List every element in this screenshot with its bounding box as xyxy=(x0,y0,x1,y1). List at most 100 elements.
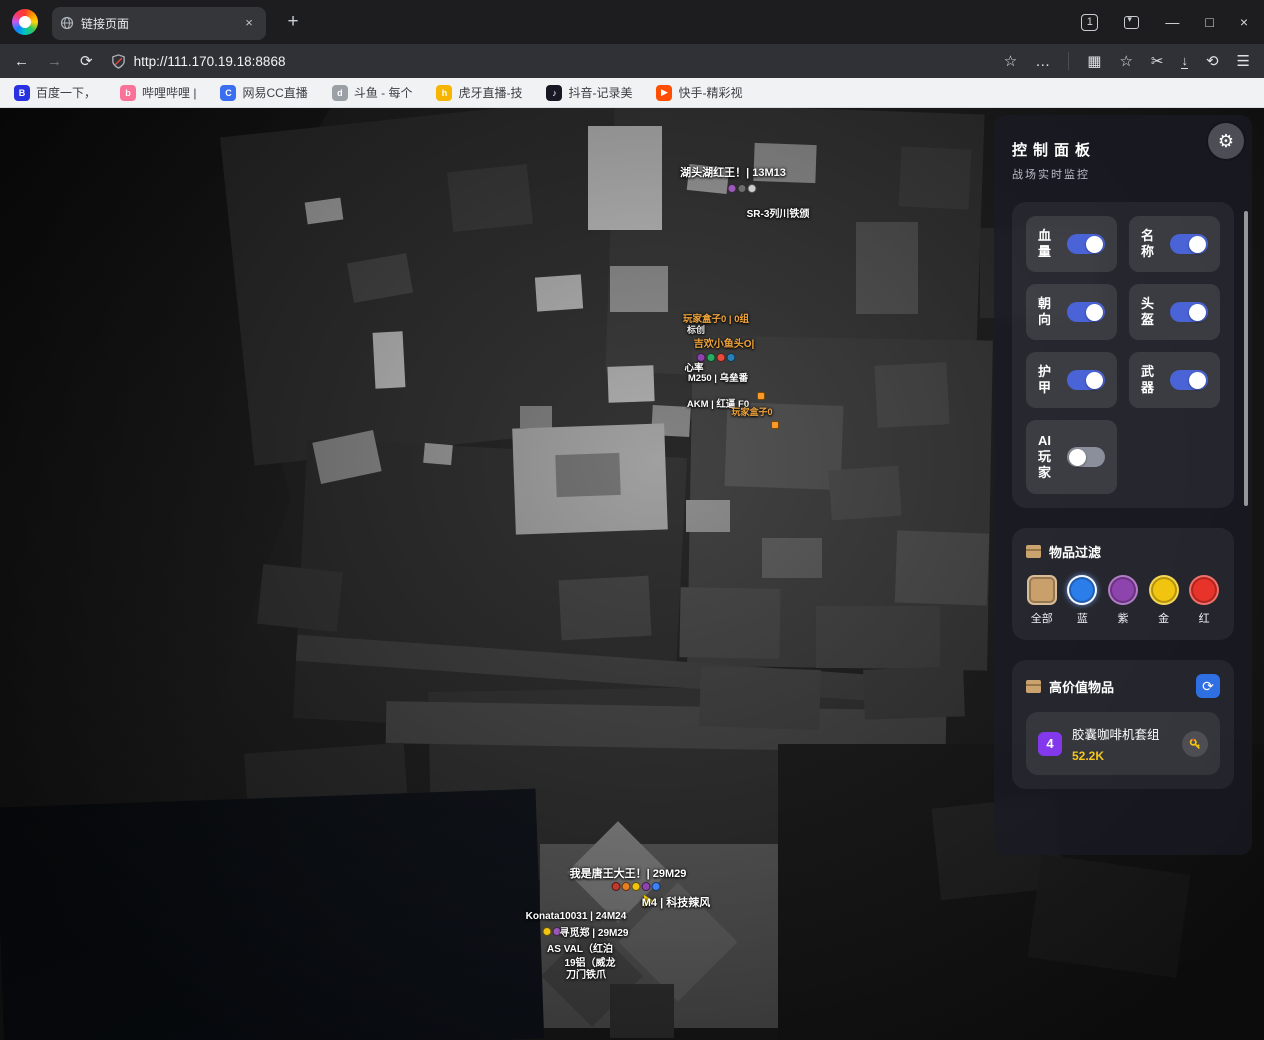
huya-favicon: h xyxy=(436,85,452,101)
high-value-card: 高价值物品 ⟳ 4胶囊咖啡机套组52.2K xyxy=(1012,660,1234,789)
player-label-player-2: SR-3列川铁颁 xyxy=(747,205,810,220)
player-dot xyxy=(738,184,747,193)
player-label-player-11: M4 | 科技辣风 xyxy=(642,894,710,910)
bookmark-item[interactable]: ▶快手-精彩视 xyxy=(656,84,742,101)
url-field[interactable]: http://111.170.19.18:8868 xyxy=(111,54,986,69)
high-value-title: 高价值物品 xyxy=(1049,677,1114,696)
player-dot xyxy=(652,882,661,891)
toggle-switch-helmet[interactable] xyxy=(1170,302,1208,322)
favorites-icon[interactable]: ☆ xyxy=(1119,54,1132,69)
bookmark-star-icon[interactable]: ☆ xyxy=(1004,54,1017,69)
forward-button[interactable]: → xyxy=(47,54,62,69)
bookmarks-bar: B百度一下， b哔哩哔哩 | C网易CC直播 d 斗鱼 - 每个 h 虎牙直播-技 ♪抖音-记… xyxy=(0,78,1264,108)
crate-icon xyxy=(1026,545,1041,558)
toggle-helmet[interactable]: 头盔 xyxy=(1129,284,1220,340)
toggle-direction[interactable]: 朝向 xyxy=(1026,284,1117,340)
filter-blue[interactable]: 蓝 xyxy=(1067,575,1099,626)
toggle-switch-hp[interactable] xyxy=(1067,234,1105,254)
history-icon[interactable]: ⟲ xyxy=(1206,54,1219,69)
bookmark-item[interactable]: b哔哩哔哩 | xyxy=(120,84,196,101)
menu-icon[interactable]: ☰ xyxy=(1237,54,1250,69)
player-label-player-1: 湖头湖红王！| 13M13 xyxy=(680,164,786,180)
crate-icon xyxy=(1026,680,1041,693)
player-dot xyxy=(748,184,757,193)
bookmark-item[interactable]: ♪抖音-记录美 xyxy=(546,84,632,101)
bookmark-item[interactable]: B百度一下， xyxy=(14,84,96,101)
browser-tab[interactable]: 链接页面 × xyxy=(52,7,266,40)
new-tab-button[interactable]: + xyxy=(280,9,306,35)
toggle-switch-ai[interactable] xyxy=(1067,447,1105,467)
toggle-label: 护甲 xyxy=(1038,364,1055,397)
douyu-favicon: d xyxy=(332,85,348,101)
gear-icon[interactable]: ⚙ xyxy=(1208,123,1244,159)
toggle-hp[interactable]: 血量 xyxy=(1026,216,1117,272)
screenshot-icon[interactable]: ✂ xyxy=(1151,54,1164,69)
cc-favicon: C xyxy=(220,85,236,101)
filter-label: 全部 xyxy=(1031,610,1053,626)
back-button[interactable]: ← xyxy=(14,54,29,69)
tab-count-badge[interactable]: 1 xyxy=(1081,14,1098,31)
bookmark-item[interactable]: C网易CC直播 xyxy=(220,84,307,101)
player-label-player-10: 我是唐王大王！| 29M29 xyxy=(570,865,687,881)
bookmark-label: 快手-精彩视 xyxy=(678,84,742,101)
toggle-ai[interactable]: AI玩家 xyxy=(1026,420,1117,494)
loot-item-dot xyxy=(771,421,779,429)
filter-purple[interactable]: 紫 xyxy=(1107,575,1139,626)
tab-close-icon[interactable]: × xyxy=(240,14,258,32)
url-text: http://111.170.19.18:8868 xyxy=(134,54,286,69)
player-dot xyxy=(622,882,631,891)
filter-red[interactable]: 红 xyxy=(1188,575,1220,626)
toggle-name[interactable]: 名称 xyxy=(1129,216,1220,272)
player-dot xyxy=(642,882,651,891)
minimize-button[interactable]: — xyxy=(1165,14,1179,30)
item-name: 胶囊咖啡机套组 xyxy=(1072,724,1172,743)
browser-navbar: ← → ⟳ http://111.170.19.18:8868 ☆ … ▦ ☆ … xyxy=(0,44,1264,78)
apps-grid-icon[interactable]: ▦ xyxy=(1087,54,1101,69)
reload-button[interactable]: ⟳ xyxy=(80,54,93,69)
filter-blue-swatch xyxy=(1067,575,1097,605)
toggles-card: 血量 名称朝向 头盔护甲 武器 AI玩家 xyxy=(1012,202,1234,508)
bookmark-item[interactable]: h 虎牙直播-技 xyxy=(436,84,522,101)
maximize-button[interactable]: □ xyxy=(1205,14,1213,30)
filter-gold[interactable]: 金 xyxy=(1148,575,1180,626)
site-security-icon[interactable] xyxy=(111,54,126,69)
filter-red-swatch xyxy=(1189,575,1219,605)
toggle-switch-direction[interactable] xyxy=(1067,302,1105,322)
filter-gold-swatch xyxy=(1149,575,1179,605)
window-tools-icon[interactable] xyxy=(1124,16,1139,29)
filter-all[interactable]: 全部 xyxy=(1026,575,1058,626)
baidu-favicon: B xyxy=(14,85,30,101)
player-label-player-7: M250 | 乌垒番 xyxy=(688,370,748,384)
toggle-switch-weapon[interactable] xyxy=(1170,370,1208,390)
toggle-label: 血量 xyxy=(1038,228,1055,261)
panel-scrollbar[interactable] xyxy=(1244,211,1248,506)
toggle-label: 朝向 xyxy=(1038,296,1055,329)
bookmark-label: 斗鱼 - 每个 xyxy=(354,84,413,101)
browser-logo-icon[interactable] xyxy=(12,9,38,35)
high-value-item[interactable]: 4胶囊咖啡机套组52.2K xyxy=(1026,712,1220,775)
toggle-weapon[interactable]: 武器 xyxy=(1129,352,1220,408)
toggle-label: 名称 xyxy=(1141,228,1158,261)
player-label-player-16: 刀门铁爪 xyxy=(566,966,606,981)
squad-dots-squad-1 xyxy=(728,184,757,193)
toggle-switch-name[interactable] xyxy=(1170,234,1208,254)
bookmark-label: 哔哩哔哩 | xyxy=(142,84,196,101)
bookmark-item[interactable]: d 斗鱼 - 每个 xyxy=(332,84,413,101)
toggle-armor[interactable]: 护甲 xyxy=(1026,352,1117,408)
download-icon[interactable]: ↓ xyxy=(1181,54,1188,69)
browser-titlebar: 链接页面 × + 1 — □ × xyxy=(0,0,1264,44)
toggle-switch-armor[interactable] xyxy=(1067,370,1105,390)
filter-label: 金 xyxy=(1158,610,1169,626)
refresh-items-button[interactable]: ⟳ xyxy=(1196,674,1220,698)
tab-title: 链接页面 xyxy=(81,15,240,32)
filter-all-swatch xyxy=(1027,575,1057,605)
toggle-label: AI玩家 xyxy=(1038,433,1055,482)
close-window-button[interactable]: × xyxy=(1240,14,1248,30)
key-icon[interactable] xyxy=(1182,731,1208,757)
player-dot xyxy=(707,353,716,362)
more-actions-icon[interactable]: … xyxy=(1035,54,1050,69)
bookmark-label: 虎牙直播-技 xyxy=(458,84,522,101)
player-label-player-12: Konata10031 | 24M24 xyxy=(526,911,627,922)
filter-label: 蓝 xyxy=(1077,610,1088,626)
filter-label: 紫 xyxy=(1117,610,1128,626)
